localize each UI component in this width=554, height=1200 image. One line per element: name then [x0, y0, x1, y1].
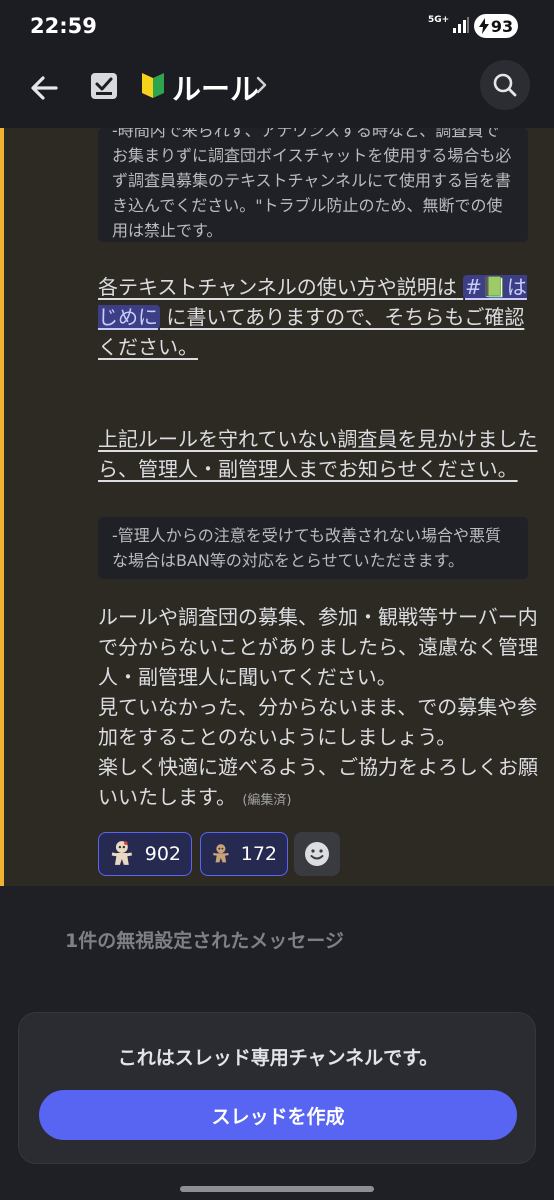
reaction-button[interactable]: 172 — [200, 832, 288, 876]
reaction-count: 902 — [144, 843, 181, 865]
network-indicator: 5G+ — [428, 15, 450, 25]
quote-text: -時間内で来られず、アナウンスする時など、調査員でお集まりずに調査団ボイスチャッ… — [112, 128, 512, 240]
charging-icon — [478, 18, 489, 34]
message-text-part: 各テキストチャンネルの使い方や説明は — [98, 275, 457, 299]
create-thread-button[interactable]: スレッドを作成 — [39, 1090, 517, 1140]
message-list[interactable]: -時間内で来られず、アナウンスする時など、調査員でお集まりずに調査団ボイスチャッ… — [0, 128, 554, 886]
back-arrow-icon[interactable] — [26, 70, 62, 106]
quote-block: -管理人からの注意を受けても改善されない場合や悪質な場合はBAN等の対応をとらせ… — [98, 517, 528, 579]
channel-title[interactable]: ルール — [172, 66, 259, 108]
ignored-messages-toggle[interactable]: 1件の無視設定されたメッセージ — [65, 926, 344, 953]
message-text: 上記ルールを守れていない調査員を見かけましたら、管理人・副管理人までお知らせくだ… — [98, 427, 538, 481]
edited-label: (編集済) — [242, 793, 292, 808]
thread-only-notice: これはスレッド専用チャンネルです。 — [117, 1047, 439, 1069]
battery-indicator: 93 — [474, 14, 518, 38]
battery-level: 93 — [490, 16, 514, 36]
quote-block: -時間内で来られず、アナウンスする時など、調査員でお集まりずに調査団ボイスチャッ… — [98, 128, 528, 242]
voodoo-doll-icon — [111, 841, 133, 865]
smiley-icon — [305, 842, 329, 866]
accent-bar — [0, 128, 4, 886]
chevron-right-icon[interactable] — [254, 74, 270, 96]
add-reaction-button[interactable] — [294, 832, 340, 876]
search-button[interactable] — [480, 60, 530, 110]
beginner-badge-icon — [142, 73, 164, 98]
channel-header: ルール — [0, 56, 554, 128]
status-bar: 22:59 5G+ 93 — [0, 0, 554, 56]
signal-icon — [453, 17, 469, 33]
message-text-part: に書いてありますので、そちらもご確認ください。 — [98, 305, 525, 359]
rules-channel-icon — [91, 73, 117, 99]
message-text-part: ルールや調査団の募集、参加・観戦等サーバー内で分からないことがありましたら、遠慮… — [98, 605, 538, 809]
quote-text: -管理人からの注意を受けても改善されない場合や悪質な場合はBAN等の対応をとらせ… — [112, 526, 501, 570]
reaction-count: 172 — [240, 843, 277, 865]
message-text: ルールや調査団の募集、参加・観戦等サーバー内で分からないことがありましたら、遠慮… — [98, 602, 538, 816]
home-indicator[interactable] — [180, 1186, 374, 1192]
voodoo-doll-icon — [213, 844, 229, 863]
thread-only-panel: これはスレッド専用チャンネルです。 スレッドを作成 — [18, 1012, 536, 1164]
search-icon — [493, 73, 517, 97]
message-text: 各テキストチャンネルの使い方や説明は #📗はじめに に書いてありますので、そちら… — [98, 272, 538, 362]
status-time: 22:59 — [30, 14, 97, 38]
reaction-button[interactable]: 902 — [98, 832, 192, 876]
